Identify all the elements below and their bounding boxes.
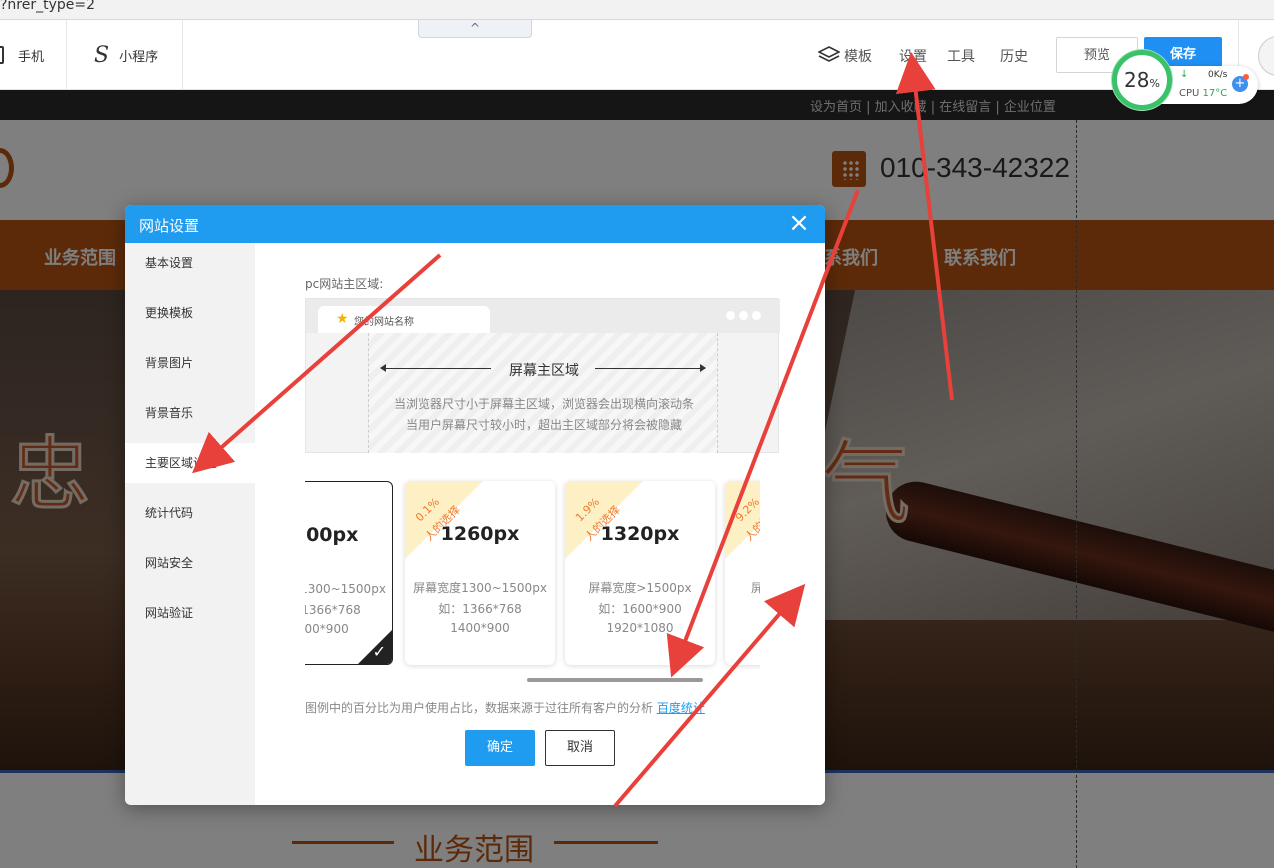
illustration-desc-2: 当用户屏幕尺寸较小时，超出主区域部分将会被隐藏 bbox=[405, 418, 682, 432]
settings-button[interactable]: 设置 bbox=[899, 46, 927, 66]
width-option-range: 屏 bbox=[751, 581, 760, 595]
phone-icon bbox=[0, 46, 4, 64]
sidebar-item-verification[interactable]: 网站验证 bbox=[125, 593, 255, 633]
sidebar-item-analytics[interactable]: 统计代码 bbox=[125, 493, 255, 533]
width-option-card[interactable]: 1200px 屏幕宽度1300~1500px 如：1366*768 1400*9… bbox=[305, 481, 393, 665]
cpu-load-ring: 28% bbox=[1112, 50, 1172, 110]
cancel-button[interactable]: 取消 bbox=[545, 730, 615, 766]
tools-button[interactable]: 工具 bbox=[947, 46, 975, 66]
width-option-card[interactable]: 0.1% 人的选择 1260px 屏幕宽度1300~1500px 如：1366*… bbox=[405, 481, 555, 665]
illustration-main-area: 屏幕主区域 当浏览器尺寸小于屏幕主区域，浏览器会出现横向滚动条 当用户屏幕尺寸较… bbox=[368, 333, 718, 453]
toolbar-divider bbox=[182, 20, 183, 90]
template-button[interactable]: 模板 bbox=[817, 46, 872, 66]
width-option-range: 屏幕宽度1300~1500px bbox=[305, 582, 386, 596]
arrow-right-icon bbox=[595, 364, 706, 372]
width-option-size: 1200px bbox=[305, 524, 359, 546]
cpu-temp-value: 17°C bbox=[1202, 88, 1228, 99]
width-option-size: 1260px bbox=[440, 523, 520, 545]
download-arrow-icon: ↓ bbox=[1180, 69, 1189, 80]
url-text: ?nrer_type=2 bbox=[0, 0, 96, 13]
settings-label: 设置 bbox=[899, 49, 927, 65]
width-option-example: 如：1600*900 bbox=[598, 602, 682, 616]
width-option-size: 1320px bbox=[600, 523, 680, 545]
width-option-example: 如：1366*768 bbox=[438, 602, 522, 616]
history-label: 历史 bbox=[1000, 49, 1028, 65]
url-bar[interactable]: ?nrer_type=2 bbox=[0, 0, 1274, 20]
sidebar-item-main-area[interactable]: 主要区域设置 bbox=[125, 443, 255, 483]
layers-icon bbox=[817, 46, 841, 62]
sidebar-item-background-music[interactable]: 背景音乐 bbox=[125, 393, 255, 433]
tools-label: 工具 bbox=[947, 49, 975, 65]
window-dots-icon bbox=[726, 311, 765, 323]
width-option-example: 如：1366*768 bbox=[305, 603, 361, 617]
cpu-load-unit: % bbox=[1149, 77, 1160, 90]
mobile-button[interactable]: 手机 bbox=[0, 20, 44, 90]
sidebar-item-template[interactable]: 更换模板 bbox=[125, 293, 255, 333]
history-button[interactable]: 历史 bbox=[1000, 46, 1028, 66]
baidu-stats-link[interactable]: 百度统计 bbox=[657, 701, 705, 715]
illustration-heading: 屏幕主区域 bbox=[509, 363, 579, 379]
star-icon: ★ bbox=[336, 311, 349, 327]
modal-title: 网站设置 bbox=[139, 217, 200, 235]
miniprogram-label: 小程序 bbox=[119, 49, 159, 65]
cpu-temperature: CPU 17°C bbox=[1179, 88, 1227, 99]
cards-scrollbar[interactable] bbox=[527, 678, 703, 682]
cpu-load-value: 28 bbox=[1124, 68, 1150, 92]
notification-dot bbox=[1243, 74, 1249, 80]
close-icon[interactable]: × bbox=[787, 210, 811, 236]
modal-content: pc网站主区域: ★ 您的网站名称 屏幕主区域 当浏览器尺寸小于屏幕主区域，浏览… bbox=[255, 243, 825, 805]
width-option-card[interactable]: 1.9% 人的选择 1320px 屏幕宽度>1500px 如：1600*900 … bbox=[565, 481, 715, 665]
mobile-label: 手机 bbox=[18, 49, 45, 65]
website-settings-modal: 网站设置 × 基本设置 更换模板 背景图片 背景音乐 主要区域设置 统计代码 网… bbox=[125, 205, 825, 805]
checkmark-icon: ✓ bbox=[372, 642, 386, 661]
network-speed: 0K/s bbox=[1208, 70, 1228, 80]
editor-toolbar: 手机 S 小程序 模板 设置 工具 历史 预览 保存 bbox=[0, 20, 1274, 90]
sidebar-item-background-image[interactable]: 背景图片 bbox=[125, 343, 255, 383]
performance-widget[interactable]: 28% ↓ 0K/s CPU 17°C + bbox=[1112, 50, 1258, 114]
illustration-desc-1: 当浏览器尺寸小于屏幕主区域，浏览器会出现横向滚动条 bbox=[393, 397, 694, 411]
illustration-tabstrip: ★ 您的网站名称 bbox=[306, 299, 780, 333]
miniprogram-icon: S bbox=[94, 42, 110, 68]
usage-footnote: 图例中的百分比为用户使用占比，数据来源于过往所有客户的分析 百度统计 bbox=[305, 699, 705, 716]
browser-illustration: ★ 您的网站名称 屏幕主区域 当浏览器尺寸小于屏幕主区域，浏览器会出现横向滚动条… bbox=[305, 298, 780, 453]
sidebar-item-basic[interactable]: 基本设置 bbox=[125, 243, 255, 283]
modal-header: 网站设置 × bbox=[125, 205, 825, 243]
width-option-example-2: 1400*900 bbox=[450, 621, 510, 635]
footnote-text: 图例中的百分比为用户使用占比，数据来源于过往所有客户的分析 bbox=[305, 701, 654, 715]
cpu-label: CPU bbox=[1179, 88, 1200, 99]
template-label: 模板 bbox=[844, 49, 872, 65]
user-avatar[interactable] bbox=[1258, 36, 1274, 76]
width-option-range: 屏幕宽度1300~1500px bbox=[413, 581, 547, 595]
chevron-up-icon: ^ bbox=[469, 21, 481, 35]
width-options: 1200px 屏幕宽度1300~1500px 如：1366*768 1400*9… bbox=[305, 473, 760, 683]
width-option-range: 屏幕宽度>1500px bbox=[588, 581, 692, 595]
settings-sidebar: 基本设置 更换模板 背景图片 背景音乐 主要区域设置 统计代码 网站安全 网站验… bbox=[125, 243, 255, 805]
illustration-site-name: 您的网站名称 bbox=[354, 317, 414, 328]
toolbar-divider bbox=[66, 20, 67, 90]
width-option-example-2: 1920*1080 bbox=[606, 621, 674, 635]
main-area-label: pc网站主区域: bbox=[305, 277, 384, 291]
miniprogram-button[interactable]: S 小程序 bbox=[94, 20, 158, 90]
collapse-toolbar-button[interactable]: ^ bbox=[418, 20, 532, 38]
confirm-button[interactable]: 确定 bbox=[465, 730, 535, 766]
sidebar-item-security[interactable]: 网站安全 bbox=[125, 543, 255, 583]
width-option-card[interactable]: 9.2% 人的选择 屏 bbox=[725, 481, 760, 665]
illustration-tab: ★ 您的网站名称 bbox=[318, 306, 490, 333]
